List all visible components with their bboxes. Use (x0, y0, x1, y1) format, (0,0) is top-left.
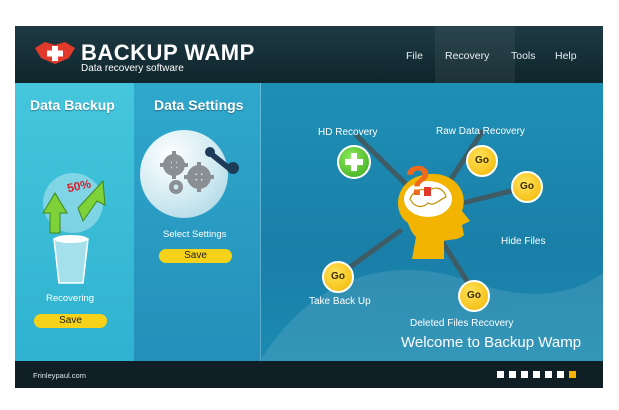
welcome-text: Welcome to Backup Wamp (401, 334, 582, 351)
question-mark: ? (405, 157, 431, 204)
page-dot[interactable] (545, 371, 552, 378)
head-brain-icon (398, 173, 470, 259)
hd-recovery-plus-button[interactable] (337, 145, 371, 179)
menu-recovery[interactable]: Recovery (445, 50, 489, 62)
menu-help[interactable]: Help (555, 50, 577, 62)
label-raw-data-recovery: Raw Data Recovery (436, 126, 525, 137)
backup-save-button[interactable]: Save (34, 314, 107, 328)
page-dot[interactable] (533, 371, 540, 378)
main-panel: Data Backup 50% Recovering Save Data Set… (15, 83, 603, 361)
settings-save-button[interactable]: Save (159, 249, 232, 263)
tagline: Data recovery software (81, 63, 184, 74)
page-dot[interactable] (557, 371, 564, 378)
backup-status: Recovering (46, 293, 95, 304)
label-deleted-files-recovery: Deleted Files Recovery (410, 318, 514, 329)
backup-panel: Data Backup 50% Recovering Save (15, 83, 134, 361)
label-hide-files: Hide Files (501, 236, 546, 247)
settings-panel: Data Settings Select Settings Save (134, 83, 261, 361)
settings-caption: Select Settings (163, 229, 227, 240)
page-dot[interactable] (509, 371, 516, 378)
footer-site[interactable]: Frinleypaul.com (33, 371, 86, 380)
plus-badge-icon (35, 42, 75, 64)
footer: Frinleypaul.com (15, 361, 603, 388)
page-dot-active[interactable] (569, 371, 576, 378)
gears-wrench-icon (160, 147, 239, 194)
header: BACKUP WAMP Data recovery software File … (15, 26, 603, 83)
take-back-up-go-button[interactable]: Go (322, 261, 354, 293)
page-dot[interactable] (497, 371, 504, 378)
backup-title: Data Backup (30, 97, 115, 113)
plus-icon (345, 153, 363, 171)
backup-cup-icon (42, 173, 106, 284)
app-window: BACKUP WAMP Data recovery software File … (15, 26, 603, 388)
settings-title: Data Settings (154, 97, 244, 113)
label-hd-recovery: HD Recovery (318, 127, 378, 138)
page-dot[interactable] (521, 371, 528, 378)
raw-data-recovery-go-button[interactable]: Go (466, 145, 498, 177)
hide-files-go-button[interactable]: Go (511, 171, 543, 203)
menu-tools[interactable]: Tools (511, 50, 536, 62)
deleted-files-go-button[interactable]: Go (458, 280, 490, 312)
label-take-back-up: Take Back Up (309, 296, 371, 307)
menu-file[interactable]: File (406, 50, 423, 62)
